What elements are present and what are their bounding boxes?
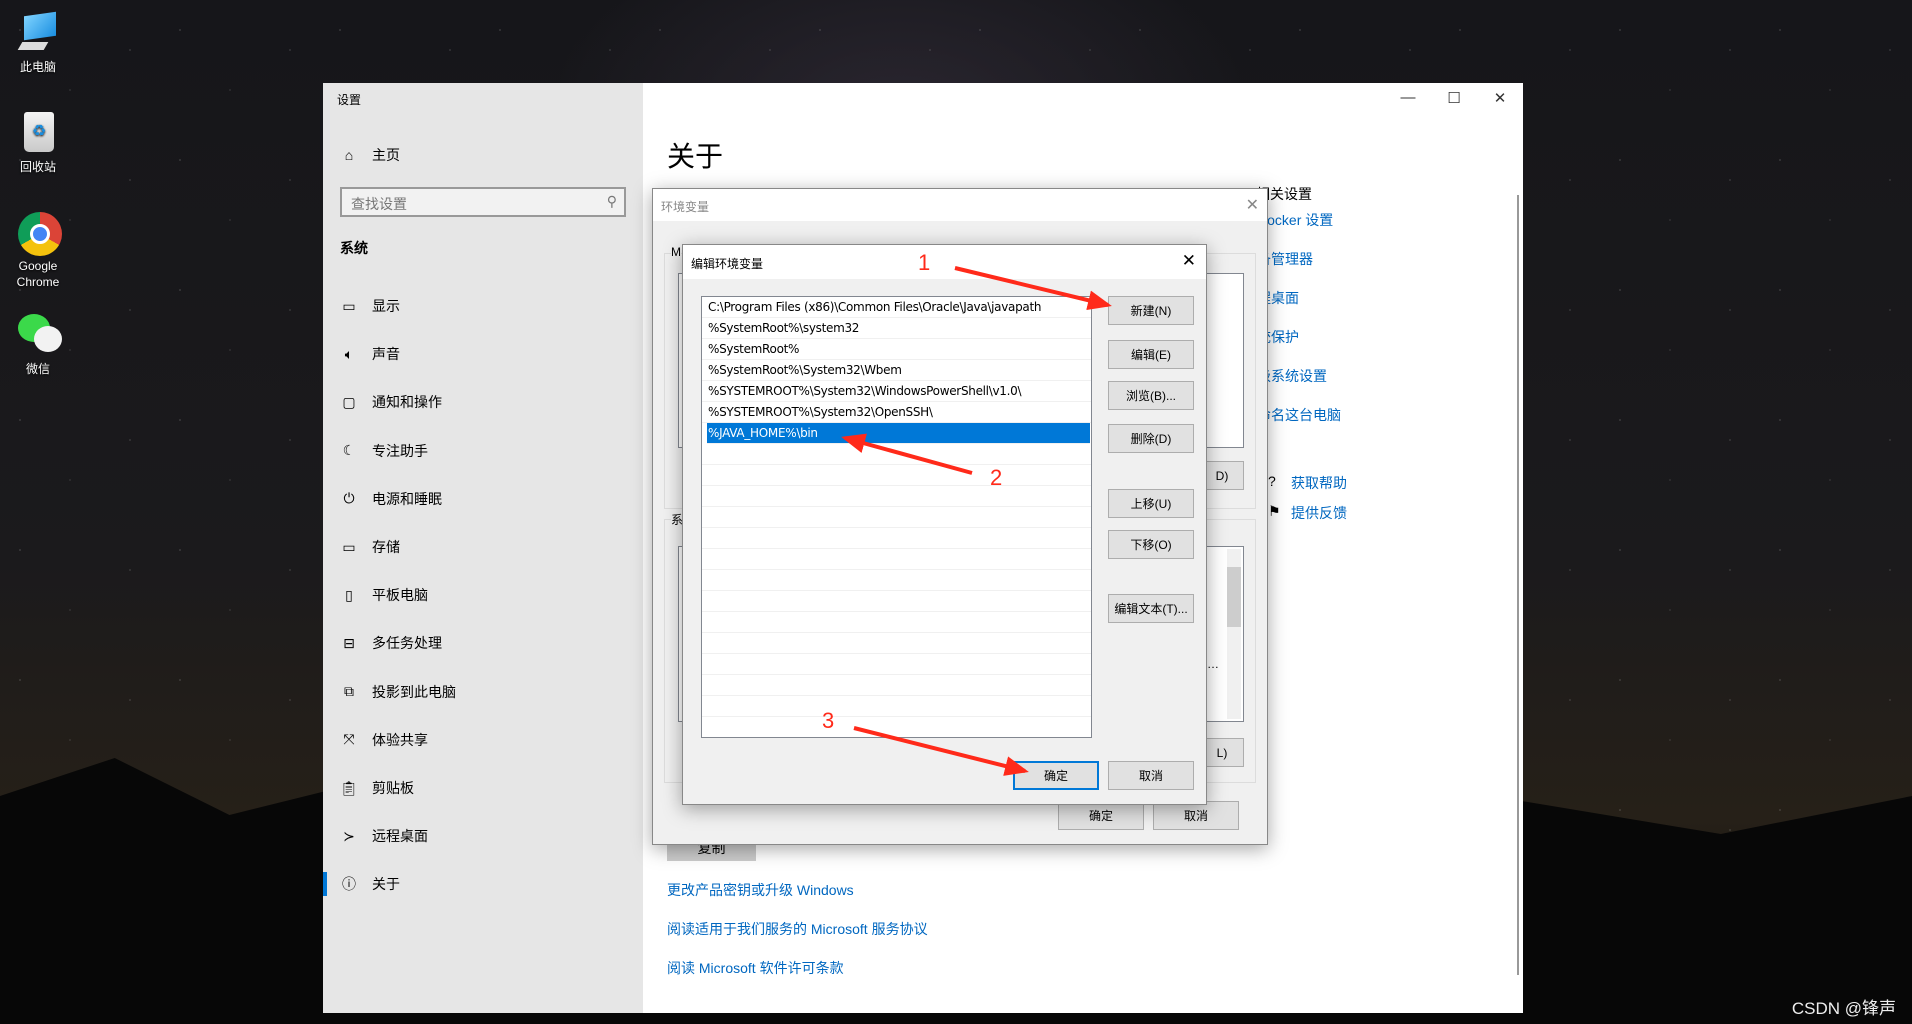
arrow-1: [954, 266, 1112, 311]
annotation-arrows: [841, 266, 1112, 776]
arrow-2: [841, 433, 973, 475]
step-2-label: 2: [990, 465, 1003, 490]
arrow-3: [853, 726, 1029, 776]
step-3-label: 3: [822, 708, 835, 733]
step-1-label: 1: [918, 250, 931, 275]
watermark: CSDN @锋声: [1791, 999, 1896, 1018]
